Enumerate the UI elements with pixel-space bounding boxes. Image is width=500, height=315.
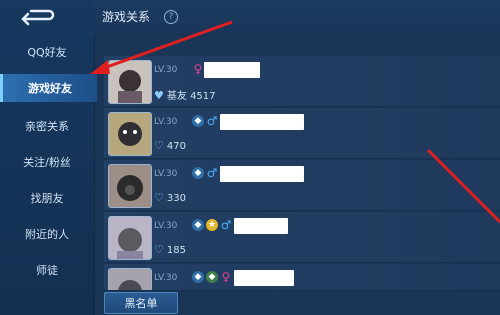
level-text: LV.30	[154, 117, 178, 127]
stat-line: ♡ 185	[154, 243, 186, 256]
sidebar-item-follow-fans[interactable]: 关注/粉丝	[0, 148, 94, 176]
sidebar-item-label: 师徒	[36, 264, 58, 277]
list-item[interactable]: LV.30 ◆ ★ ♂ ♡ 185	[104, 212, 500, 263]
sidebar-item-game-friends[interactable]: 游戏好友	[0, 74, 97, 102]
friends-list: LV.30 ♀ ♥ 基友 4517 LV.30 ◆ ♂ ♡ 470 LV.30 ◆ …	[104, 40, 500, 291]
sidebar-item-mentor[interactable]: 师徒	[0, 256, 94, 284]
name-redacted	[234, 218, 288, 234]
female-icon: ♀	[193, 62, 203, 76]
blacklist-button[interactable]: 黑名单	[104, 292, 178, 314]
list-item[interactable]: LV.30 ◆ ♂ ♡ 470	[104, 108, 500, 159]
list-item[interactable]: LV.30 ◆ ◆ ♀	[104, 264, 500, 291]
blacklist-label: 黑名单	[124, 297, 158, 310]
stat-line: ♡ 470	[154, 139, 186, 152]
name-redacted	[234, 270, 294, 286]
sidebar: QQ好友 游戏好友 亲密关系 关注/粉丝 找朋友 附近的人 师徒	[0, 0, 97, 315]
sidebar-item-qq-friends[interactable]: QQ好友	[0, 38, 94, 66]
rank-icon: ◆	[192, 219, 204, 231]
list-item[interactable]: LV.30 ◆ ♂ ♡ 330	[104, 160, 500, 211]
stat-line: ♥ 基友 4517	[154, 87, 216, 102]
stat-value: 4517	[190, 91, 216, 102]
rank-icon: ◆	[192, 115, 204, 127]
back-icon[interactable]	[15, 6, 55, 28]
list-item[interactable]: LV.30 ♀ ♥ 基友 4517	[104, 56, 500, 107]
avatar[interactable]	[108, 60, 152, 104]
stat-value: 470	[166, 141, 186, 152]
sidebar-item-label: 找朋友	[30, 192, 64, 205]
level-text: LV.30	[154, 65, 178, 75]
help-icon[interactable]: ?	[164, 10, 178, 24]
badge-icon: ◆	[206, 271, 218, 283]
sidebar-item-nearby[interactable]: 附近的人	[0, 220, 94, 248]
sidebar-item-intimate[interactable]: 亲密关系	[0, 112, 94, 140]
level-text: LV.30	[154, 273, 178, 283]
male-icon: ♂	[206, 166, 218, 180]
rank-icon: ◆	[192, 167, 204, 179]
name-redacted	[220, 114, 304, 130]
sidebar-item-label: 关注/粉丝	[23, 156, 71, 169]
heart-icon: ♡	[154, 191, 164, 204]
rank-icon: ◆	[192, 271, 204, 283]
sidebar-item-label: 亲密关系	[25, 120, 69, 133]
sidebar-item-find-friends[interactable]: 找朋友	[0, 184, 94, 212]
trophy-icon: ★	[206, 219, 218, 231]
avatar[interactable]	[108, 216, 152, 260]
male-icon: ♂	[206, 114, 218, 128]
level-text: LV.30	[154, 221, 178, 231]
name-redacted	[204, 62, 260, 78]
heart-icon: ♡	[154, 243, 164, 256]
avatar[interactable]	[108, 112, 152, 156]
name-redacted	[220, 166, 304, 182]
avatar[interactable]	[108, 268, 152, 290]
header: 游戏关系 ?	[94, 0, 500, 35]
male-icon: ♂	[220, 218, 232, 232]
sidebar-item-label: QQ好友	[27, 46, 67, 59]
sidebar-item-label: 游戏好友	[28, 82, 72, 95]
female-icon: ♀	[221, 270, 231, 284]
sidebar-item-label: 附近的人	[25, 228, 69, 241]
avatar[interactable]	[108, 164, 152, 208]
stat-value: 185	[166, 245, 186, 256]
page-title: 游戏关系	[102, 10, 151, 24]
buddy-icon: ♥	[154, 89, 164, 102]
stat-line: ♡ 330	[154, 191, 186, 204]
stat-label: 基友	[166, 91, 187, 102]
level-text: LV.30	[154, 169, 178, 179]
heart-icon: ♡	[154, 139, 164, 152]
stat-value: 330	[166, 193, 186, 204]
